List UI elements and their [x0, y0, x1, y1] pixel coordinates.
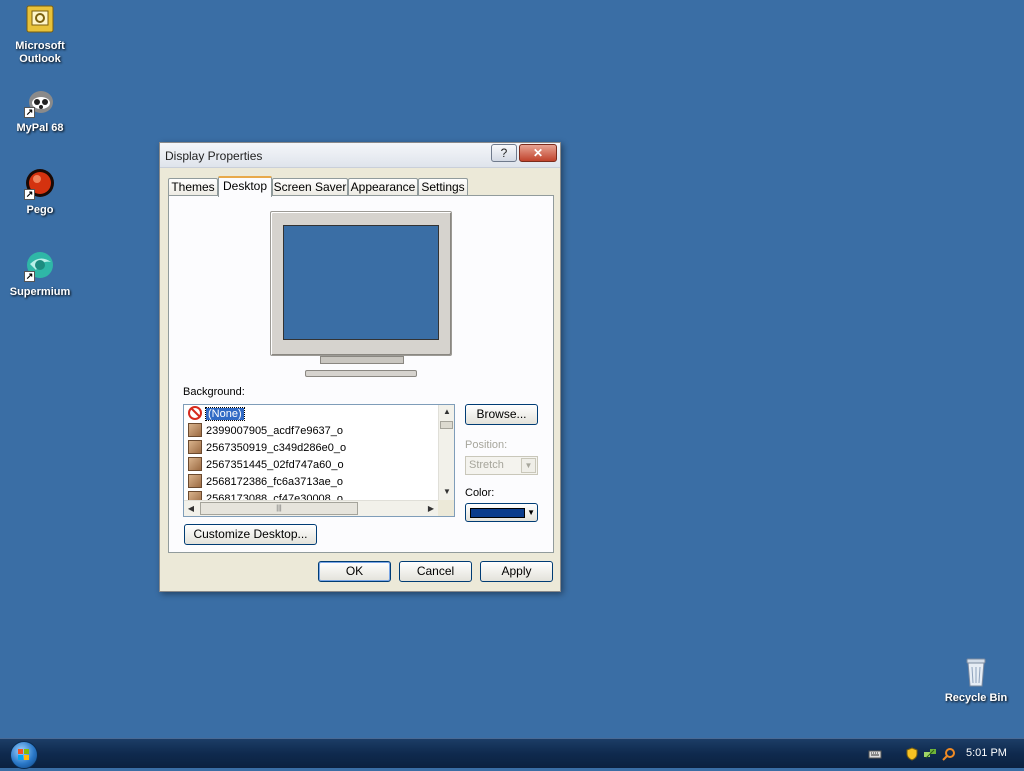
desktop-icon-label: Outlook: [19, 53, 61, 65]
desktop-icon-label: Microsoft: [15, 40, 65, 52]
desktop-tab-panel: Background: (None) 2399007905_acdf7e9637…: [168, 195, 554, 553]
shortcut-arrow-icon: ↗: [24, 189, 35, 200]
tab-themes[interactable]: Themes: [168, 178, 218, 196]
vertical-scrollbar[interactable]: ▲ ▼: [438, 405, 454, 501]
shortcut-arrow-icon: ↗: [24, 107, 35, 118]
scroll-down-icon[interactable]: ▼: [439, 485, 454, 499]
color-label: Color:: [465, 487, 495, 499]
pego-icon: ↗: [24, 168, 56, 200]
picture-icon: [188, 440, 202, 454]
position-value: Stretch: [469, 459, 504, 471]
display-properties-dialog: Display Properties ? ✕ Themes Desktop Sc…: [159, 142, 561, 592]
keyboard-icon[interactable]: [868, 747, 882, 761]
dialog-titlebar[interactable]: Display Properties ? ✕: [160, 143, 560, 168]
list-item[interactable]: 2567351445_02fd747a60_o: [188, 457, 344, 473]
outlook-icon: [24, 4, 56, 36]
color-swatch: [470, 508, 525, 518]
list-item-label: (None): [205, 407, 245, 421]
browse-button[interactable]: Browse...: [465, 404, 538, 425]
shield-icon[interactable]: [905, 747, 919, 761]
desktop-icon-pego[interactable]: ↗ Pego: [0, 168, 80, 217]
color-picker-button[interactable]: ▼: [465, 503, 538, 522]
monitor-neck: [320, 356, 404, 364]
network-icon[interactable]: [923, 747, 937, 761]
search-icon[interactable]: [942, 747, 956, 761]
horizontal-scroll-thumb[interactable]: |||: [200, 502, 358, 515]
picture-icon: [188, 423, 202, 437]
tab-desktop[interactable]: Desktop: [218, 176, 272, 197]
position-select[interactable]: Stretch ▼: [465, 456, 538, 475]
desktop-icon-mypal[interactable]: ↗ MyPal 68: [0, 86, 80, 135]
tab-screen-saver[interactable]: Screen Saver: [272, 178, 348, 196]
dialog-title: Display Properties: [165, 149, 263, 163]
list-item[interactable]: 2567350919_c349d286e0_o: [188, 440, 346, 456]
ok-button[interactable]: OK: [318, 561, 391, 582]
list-item-label: 2568172386_fc6a3713ae_o: [206, 476, 344, 488]
scroll-left-icon[interactable]: ◀: [184, 501, 198, 516]
close-button[interactable]: ✕: [519, 144, 557, 162]
monitor-screen-preview: [283, 225, 439, 340]
shortcut-arrow-icon: ↗: [24, 271, 35, 282]
tab-settings[interactable]: Settings: [418, 178, 468, 196]
start-button[interactable]: [10, 741, 38, 769]
scroll-right-icon[interactable]: ▶: [424, 501, 438, 516]
customize-desktop-button[interactable]: Customize Desktop...: [184, 524, 317, 545]
taskbar: 5:01 PM: [0, 738, 1024, 769]
desktop-icon-label: Recycle Bin: [944, 692, 1008, 704]
position-label: Position:: [465, 439, 508, 451]
cancel-button[interactable]: Cancel: [399, 561, 472, 582]
list-item[interactable]: (None): [188, 406, 245, 422]
none-icon: [188, 406, 202, 420]
desktop-icon-recycle-bin[interactable]: Recycle Bin: [936, 656, 1016, 705]
background-listbox[interactable]: (None) 2399007905_acdf7e9637_o 256735091…: [183, 404, 455, 517]
horizontal-scrollbar[interactable]: ◀ ||| ▶: [184, 500, 440, 516]
picture-icon: [188, 457, 202, 471]
picture-icon: [188, 474, 202, 488]
desktop-icon-label: MyPal 68: [16, 122, 64, 134]
list-item-label: 2399007905_acdf7e9637_o: [206, 425, 344, 437]
windows-logo-icon: [18, 749, 29, 760]
monitor-base: [305, 370, 417, 377]
chevron-down-icon: ▼: [527, 508, 535, 517]
scroll-up-icon[interactable]: ▲: [439, 405, 454, 419]
desktop-icon-supermium[interactable]: ↗ Supermium: [0, 250, 80, 299]
list-item-label: 2567350919_c349d286e0_o: [206, 442, 347, 454]
chevron-down-icon: ▼: [521, 458, 536, 473]
monitor-preview: [270, 211, 452, 356]
scrollbar-corner: [438, 500, 454, 516]
recycle-bin-icon: [960, 656, 992, 688]
list-item[interactable]: 2568172386_fc6a3713ae_o: [188, 474, 343, 490]
desktop-icon-label: Pego: [26, 204, 54, 216]
mypal-icon: ↗: [24, 86, 56, 118]
taskbar-clock[interactable]: 5:01 PM: [966, 747, 1007, 759]
help-button[interactable]: ?: [491, 144, 517, 162]
desktop-icon-label: Supermium: [9, 286, 71, 298]
vertical-scroll-thumb[interactable]: [440, 421, 453, 429]
list-item[interactable]: 2399007905_acdf7e9637_o: [188, 423, 343, 439]
apply-button[interactable]: Apply: [480, 561, 553, 582]
desktop-icon-outlook[interactable]: Microsoft Outlook: [0, 4, 80, 66]
background-label: Background:: [183, 386, 245, 398]
tab-appearance[interactable]: Appearance: [348, 178, 418, 196]
supermium-icon: ↗: [24, 250, 56, 282]
list-item-label: 2567351445_02fd747a60_o: [206, 459, 344, 471]
